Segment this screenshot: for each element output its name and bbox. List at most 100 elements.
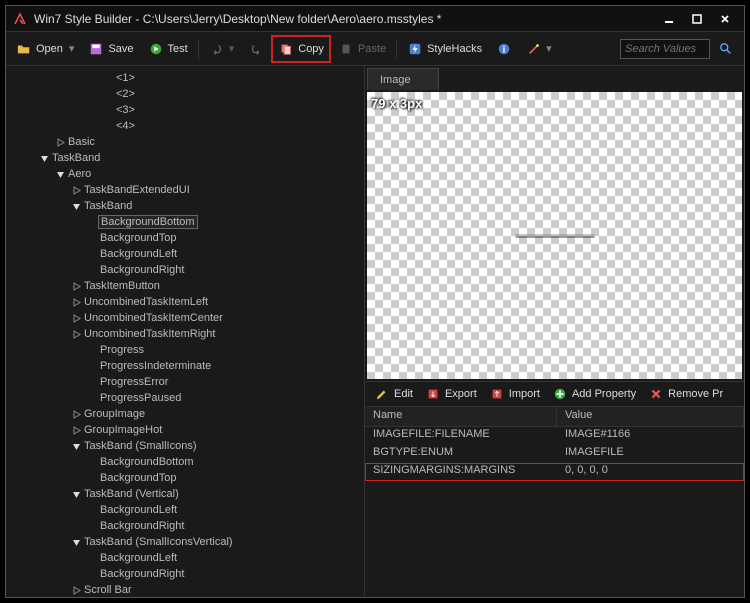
tree-item-label: BackgroundBottom: [98, 456, 196, 468]
chevron-down-icon[interactable]: [70, 538, 82, 547]
tree-item[interactable]: <3>: [6, 102, 364, 118]
chevron-right-icon[interactable]: [54, 138, 66, 147]
chevron-down-icon[interactable]: [54, 170, 66, 179]
tree-item[interactable]: BackgroundRight: [6, 518, 364, 534]
tree-item[interactable]: BackgroundBottom: [6, 214, 364, 230]
tree-item[interactable]: BackgroundLeft: [6, 502, 364, 518]
chevron-right-icon[interactable]: [70, 186, 82, 195]
redo-button[interactable]: [242, 36, 270, 62]
test-button[interactable]: Test: [142, 36, 194, 62]
copy-button[interactable]: Copy: [272, 36, 330, 62]
wand-button[interactable]: ▾: [520, 36, 558, 62]
tree-item[interactable]: <2>: [6, 86, 364, 102]
tree-item-label: TaskBand: [82, 200, 134, 212]
tree-item[interactable]: BackgroundRight: [6, 566, 364, 582]
tree-panel[interactable]: <1><2><3><4>BasicTaskBandAeroTaskBandExt…: [6, 66, 364, 597]
tree-item-label: UncombinedTaskItemLeft: [82, 296, 210, 308]
tree-item[interactable]: BackgroundTop: [6, 230, 364, 246]
tree-item-label: GroupImageHot: [82, 424, 164, 436]
tree-item[interactable]: UncombinedTaskItemCenter: [6, 310, 364, 326]
tree-item[interactable]: BackgroundLeft: [6, 246, 364, 262]
chevron-right-icon[interactable]: [70, 426, 82, 435]
minimize-button[interactable]: [656, 10, 682, 28]
tree-item-label: BackgroundTop: [98, 472, 178, 484]
chevron-right-icon[interactable]: [70, 298, 82, 307]
plus-icon: [552, 386, 568, 402]
save-button[interactable]: Save: [82, 36, 139, 62]
image-tab[interactable]: Image: [367, 68, 439, 90]
chevron-down-icon[interactable]: [70, 442, 82, 451]
chevron-down-icon[interactable]: [70, 490, 82, 499]
open-button[interactable]: Open ▾: [10, 36, 80, 62]
tree-item-label: BackgroundRight: [98, 568, 186, 580]
titlebar[interactable]: Win7 Style Builder - C:\Users\Jerry\Desk…: [6, 6, 744, 32]
property-row[interactable]: BGTYPE:ENUMIMAGEFILE: [365, 445, 744, 463]
search-button[interactable]: [712, 36, 740, 62]
tree-item[interactable]: BackgroundLeft: [6, 550, 364, 566]
tree-item[interactable]: BackgroundBottom: [6, 454, 364, 470]
chevron-down-icon[interactable]: [70, 202, 82, 211]
property-row[interactable]: IMAGEFILE:FILENAMEIMAGE#1166: [365, 427, 744, 445]
property-row[interactable]: SIZINGMARGINS:MARGINS0, 0, 0, 0: [365, 463, 744, 481]
right-panel: Image 79 x 3px Edit Export Import: [364, 66, 744, 597]
edit-button[interactable]: Edit: [369, 383, 418, 405]
tree-item-label: GroupImage: [82, 408, 147, 420]
tree-item-label: BackgroundBottom: [98, 215, 198, 229]
tree-item[interactable]: ProgressPaused: [6, 390, 364, 406]
export-button[interactable]: Export: [420, 383, 482, 405]
tree-item[interactable]: <1>: [6, 70, 364, 86]
tree-item[interactable]: BackgroundTop: [6, 470, 364, 486]
tree-item-label: UncombinedTaskItemCenter: [82, 312, 225, 324]
property-name: SIZINGMARGINS:MARGINS: [365, 463, 557, 481]
undo-button[interactable]: ▾: [203, 36, 241, 62]
tree-item[interactable]: BackgroundRight: [6, 262, 364, 278]
main-body: <1><2><3><4>BasicTaskBandAeroTaskBandExt…: [6, 66, 744, 597]
tree-item[interactable]: GroupImage: [6, 406, 364, 422]
app-icon: [12, 11, 28, 27]
tree-item-label: ProgressError: [98, 376, 170, 388]
tree-item-label: ProgressIndeterminate: [98, 360, 213, 372]
copy-label: Copy: [298, 43, 324, 55]
tree-item[interactable]: ProgressError: [6, 374, 364, 390]
column-name[interactable]: Name: [365, 407, 557, 426]
chevron-right-icon[interactable]: [70, 410, 82, 419]
tree-item[interactable]: GroupImageHot: [6, 422, 364, 438]
tree-item[interactable]: TaskBand (SmallIcons): [6, 438, 364, 454]
tree-item[interactable]: ProgressIndeterminate: [6, 358, 364, 374]
tree-item[interactable]: Aero: [6, 166, 364, 182]
tree-item[interactable]: TaskBand (SmallIconsVertical): [6, 534, 364, 550]
tree-item-label: BackgroundTop: [98, 232, 178, 244]
tree-item[interactable]: Scroll Bar: [6, 582, 364, 597]
search-input[interactable]: [620, 39, 710, 59]
folder-open-icon: [16, 41, 32, 57]
tree-item[interactable]: <4>: [6, 118, 364, 134]
tree-item[interactable]: TaskBand: [6, 150, 364, 166]
tree-item[interactable]: TaskBand: [6, 198, 364, 214]
column-value[interactable]: Value: [557, 407, 744, 426]
chevron-right-icon[interactable]: [70, 586, 82, 595]
import-button[interactable]: Import: [484, 383, 545, 405]
tree-item[interactable]: UncombinedTaskItemLeft: [6, 294, 364, 310]
paste-icon: [338, 41, 354, 57]
info-button[interactable]: i: [490, 36, 518, 62]
chevron-down-icon[interactable]: [38, 154, 50, 163]
save-icon: [88, 41, 104, 57]
chevron-right-icon[interactable]: [70, 314, 82, 323]
export-icon: [425, 386, 441, 402]
tree-item[interactable]: TaskBand (Vertical): [6, 486, 364, 502]
image-preview[interactable]: 79 x 3px: [367, 92, 742, 379]
tree-item[interactable]: UncombinedTaskItemRight: [6, 326, 364, 342]
maximize-button[interactable]: [684, 10, 710, 28]
tree-item[interactable]: TaskItemButton: [6, 278, 364, 294]
chevron-right-icon[interactable]: [70, 330, 82, 339]
tree-item-label: TaskBand (SmallIcons): [82, 440, 199, 452]
tree-item[interactable]: Progress: [6, 342, 364, 358]
remove-property-button[interactable]: Remove Pr: [643, 383, 728, 405]
chevron-right-icon[interactable]: [70, 282, 82, 291]
tree-item-label: UncombinedTaskItemRight: [82, 328, 217, 340]
tree-item[interactable]: Basic: [6, 134, 364, 150]
close-button[interactable]: [712, 10, 738, 28]
tree-item[interactable]: TaskBandExtendedUI: [6, 182, 364, 198]
stylehacks-button[interactable]: StyleHacks: [401, 36, 488, 62]
add-property-button[interactable]: Add Property: [547, 383, 641, 405]
